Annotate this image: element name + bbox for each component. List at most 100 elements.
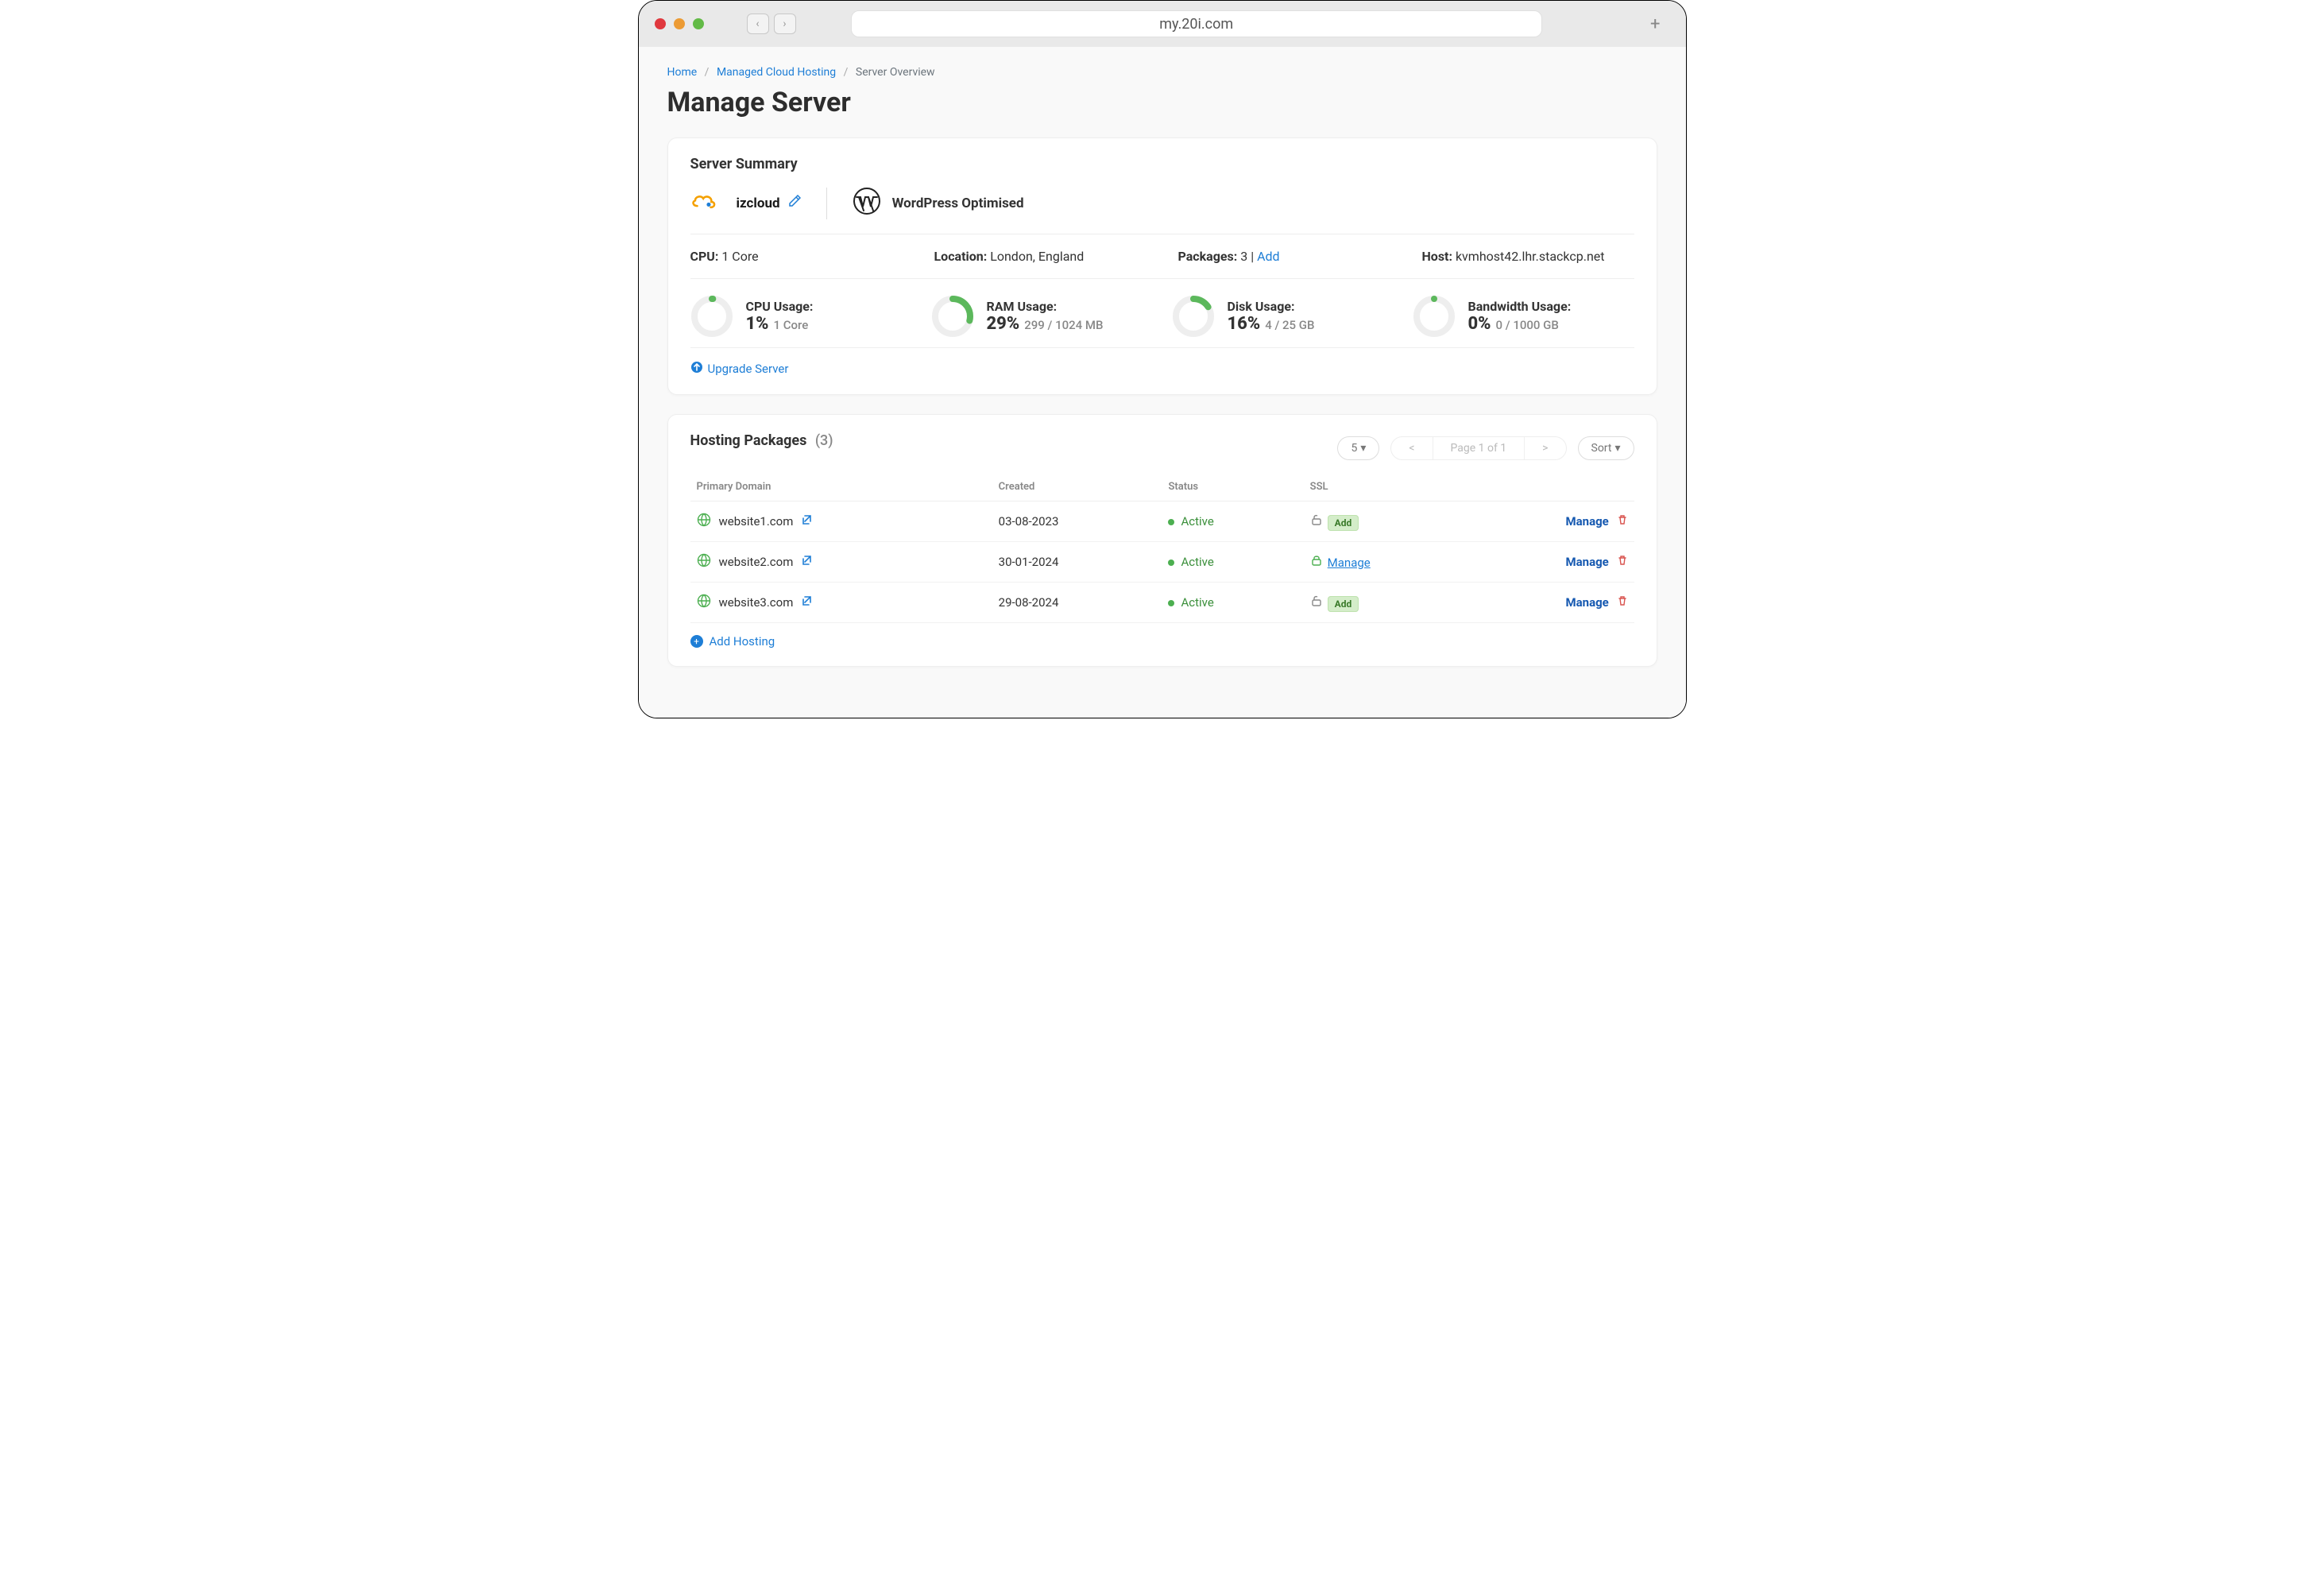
bandwidth-usage-percent: 0% [1468,314,1491,334]
close-window-button[interactable] [655,18,666,29]
bandwidth-usage-donut-icon [1413,295,1456,338]
cpu-usage: CPU Usage: 1% 1 Core [690,295,912,338]
ram-usage: RAM Usage: 29% 299 / 1024 MB [931,295,1153,338]
external-link-icon[interactable] [801,555,812,569]
server-name: izcloud [737,196,780,211]
bandwidth-usage: Bandwidth Usage: 0% 0 / 1000 GB [1413,295,1634,338]
add-package-link[interactable]: Add [1257,249,1279,264]
add-hosting-link[interactable]: + Add Hosting [690,634,775,649]
caret-down-icon: ▾ [1360,442,1366,455]
ssl-manage-link[interactable]: Manage [1328,556,1371,570]
created-date: 30-01-2024 [992,542,1162,583]
browser-window: ‹ › my.20i.com + Home / Managed Cloud Ho… [638,0,1687,718]
upgrade-server-link[interactable]: Upgrade Server [690,361,789,377]
disk-usage-label: Disk Usage: [1228,299,1315,314]
manage-package-link[interactable]: Manage [1566,595,1609,610]
ram-usage-donut-icon [931,295,974,338]
cpu-usage-label: CPU Usage: [746,299,814,314]
table-row: website3.com 29-08-2024 Active Add Manag… [690,583,1634,623]
col-primary-domain: Primary Domain [690,473,992,501]
delete-package-icon[interactable] [1617,595,1628,610]
disk-usage: Disk Usage: 16% 4 / 25 GB [1172,295,1394,338]
package-count: (3) [815,432,833,449]
breadcrumb-managed-cloud-hosting[interactable]: Managed Cloud Hosting [717,66,836,79]
maximize-window-button[interactable] [693,18,704,29]
disk-usage-percent: 16% [1228,314,1261,334]
next-page-button[interactable]: > [1525,437,1565,459]
hosting-packages-heading: Hosting Packages (3) [690,432,833,449]
ram-usage-detail: 299 / 1024 MB [1024,318,1103,332]
prev-page-button[interactable]: < [1391,437,1433,459]
created-date: 03-08-2023 [992,501,1162,542]
page-info: Page 1 of 1 [1433,437,1525,459]
breadcrumb: Home / Managed Cloud Hosting / Server Ov… [667,66,1657,79]
cloud-icon [690,192,717,215]
col-created: Created [992,473,1162,501]
external-link-icon[interactable] [801,595,812,610]
delete-package-icon[interactable] [1617,514,1628,529]
ssl-unlocked-icon [1310,515,1323,529]
wordpress-icon [853,187,881,219]
manage-package-link[interactable]: Manage [1566,514,1609,529]
table-row: website2.com 30-01-2024 Active Manage Ma… [690,542,1634,583]
col-status: Status [1162,473,1303,501]
pagination: < Page 1 of 1 > [1390,436,1566,460]
status-dot [1168,600,1174,606]
domain-name: website1.com [719,514,794,529]
ssl-add-button[interactable]: Add [1328,596,1359,612]
info-location: Location: London, England [934,249,1147,264]
info-host: Host: kvmhost42.lhr.stackcp.net [1422,249,1634,264]
globe-icon [697,553,711,571]
status-label: Active [1181,555,1213,569]
nav-buttons: ‹ › [747,14,796,34]
url-bar[interactable]: my.20i.com [851,10,1542,37]
page-size-select[interactable]: 5▾ [1337,436,1379,460]
breadcrumb-home[interactable]: Home [667,66,698,79]
cpu-usage-donut-icon [690,295,733,338]
traffic-lights [655,18,704,29]
cpu-usage-detail: 1 Core [774,318,809,332]
status-dot [1168,519,1174,525]
edit-server-name-icon[interactable] [788,195,801,211]
external-link-icon[interactable] [801,514,812,529]
breadcrumb-current: Server Overview [856,66,935,79]
status-label: Active [1181,514,1213,529]
delete-package-icon[interactable] [1617,555,1628,569]
ssl-add-button[interactable]: Add [1328,515,1359,531]
bandwidth-usage-detail: 0 / 1000 GB [1496,318,1559,332]
upgrade-icon [690,361,703,377]
new-tab-button[interactable]: + [1641,14,1669,34]
ram-usage-label: RAM Usage: [987,299,1104,314]
disk-usage-detail: 4 / 25 GB [1265,318,1314,332]
server-summary-card: Server Summary izcloud [667,137,1657,395]
ssl-locked-icon [1310,556,1323,570]
ssl-unlocked-icon [1310,596,1323,610]
back-button[interactable]: ‹ [747,14,769,34]
forward-button[interactable]: › [774,14,796,34]
domain-name: website3.com [719,595,794,610]
page-content: Home / Managed Cloud Hosting / Server Ov… [639,47,1686,718]
bandwidth-usage-label: Bandwidth Usage: [1468,299,1572,314]
status-dot [1168,560,1174,566]
ram-usage-percent: 29% [987,314,1020,334]
caret-down-icon: ▾ [1614,442,1620,455]
plus-icon: + [690,635,703,648]
manage-package-link[interactable]: Manage [1566,555,1609,569]
col-ssl: SSL [1304,473,1493,501]
packages-table: Primary Domain Created Status SSL websit… [690,473,1634,623]
info-packages: Packages: 3 | Add [1178,249,1390,264]
sort-select[interactable]: Sort▾ [1578,436,1634,460]
server-summary-heading: Server Summary [690,156,1634,172]
created-date: 29-08-2024 [992,583,1162,623]
table-row: website1.com 03-08-2023 Active Add Manag… [690,501,1634,542]
hosting-packages-card: Hosting Packages (3) 5▾ < Page 1 of 1 > … [667,414,1657,667]
domain-name: website2.com [719,555,794,569]
page-title: Manage Server [667,87,1657,118]
cpu-usage-percent: 1% [746,314,769,334]
info-cpu: CPU: 1 Core [690,249,903,264]
globe-icon [697,513,711,530]
disk-usage-donut-icon [1172,295,1215,338]
browser-chrome: ‹ › my.20i.com + [639,1,1686,47]
minimize-window-button[interactable] [674,18,685,29]
platform-label: WordPress Optimised [892,196,1024,211]
